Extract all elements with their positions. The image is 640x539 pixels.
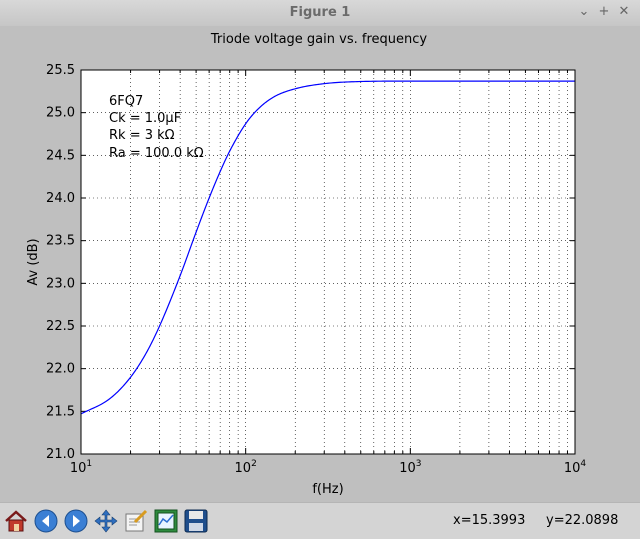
chart[interactable]: Triode voltage gain vs. frequency 21.021… bbox=[0, 26, 640, 502]
y-tick-label: 21.5 bbox=[46, 404, 75, 419]
forward-icon bbox=[64, 509, 88, 533]
y-tick-label: 22.5 bbox=[46, 319, 75, 334]
x-tick-label: 104 bbox=[564, 459, 587, 476]
back-button[interactable] bbox=[32, 507, 60, 535]
x-coordinate-readout: x=15.3993 bbox=[453, 513, 526, 528]
home-icon bbox=[5, 510, 27, 532]
save-icon bbox=[184, 509, 208, 533]
y-tick-label: 23.5 bbox=[46, 234, 75, 249]
chart-title: Triode voltage gain vs. frequency bbox=[210, 32, 427, 47]
annotation-ck: Ck = 1.0μF bbox=[109, 111, 181, 126]
window-titlebar[interactable]: Figure 1 ⌄ + ✕ bbox=[0, 0, 640, 27]
back-icon bbox=[34, 509, 58, 533]
x-tick-label: 101 bbox=[70, 459, 92, 476]
pan-button[interactable] bbox=[92, 507, 120, 535]
x-axis-label: f(Hz) bbox=[312, 482, 343, 497]
y-tick-label: 21.0 bbox=[46, 447, 75, 462]
y-tick-label: 25.5 bbox=[46, 63, 75, 78]
zoom-icon bbox=[125, 509, 148, 532]
annotation-tube: 6FQ7 bbox=[109, 94, 143, 109]
y-tick-label: 23.0 bbox=[46, 276, 75, 291]
y-coordinate-readout: y=22.0898 bbox=[546, 513, 619, 528]
y-tick-label: 24.0 bbox=[46, 191, 75, 206]
close-icon[interactable]: ✕ bbox=[616, 4, 632, 20]
x-tick-label: 102 bbox=[235, 459, 257, 476]
annotation-ra: Ra = 100.0 kΩ bbox=[109, 146, 204, 161]
y-tick-label: 25.0 bbox=[46, 106, 75, 121]
save-button[interactable] bbox=[182, 507, 210, 535]
navigation-toolbar: x=15.3993 y=22.0898 bbox=[0, 502, 640, 539]
y-tick-label: 24.5 bbox=[46, 148, 75, 163]
minimize-icon[interactable]: ⌄ bbox=[576, 4, 592, 20]
annotation-rk: Rk = 3 kΩ bbox=[109, 128, 175, 143]
y-tick-label: 22.0 bbox=[46, 362, 75, 377]
pan-icon bbox=[94, 509, 118, 533]
x-tick-label: 103 bbox=[399, 459, 421, 476]
x-tick-labels: 101 102 103 104 bbox=[70, 459, 587, 476]
subplots-icon bbox=[154, 509, 178, 533]
home-button[interactable] bbox=[2, 507, 30, 535]
zoom-button[interactable] bbox=[122, 507, 150, 535]
window-title: Figure 1 bbox=[289, 5, 351, 20]
y-axis-label: Av (dB) bbox=[26, 238, 41, 285]
subplots-button[interactable] bbox=[152, 507, 180, 535]
maximize-icon[interactable]: + bbox=[596, 4, 612, 20]
figure-canvas[interactable]: Triode voltage gain vs. frequency 21.0 21… bbox=[0, 26, 640, 502]
forward-button[interactable] bbox=[62, 507, 90, 535]
y-tick-labels: 21.0 21.5 22.0 22.5 23.0 23.5 24.0 24.5 25.0 25.5 bbox=[46, 63, 75, 462]
